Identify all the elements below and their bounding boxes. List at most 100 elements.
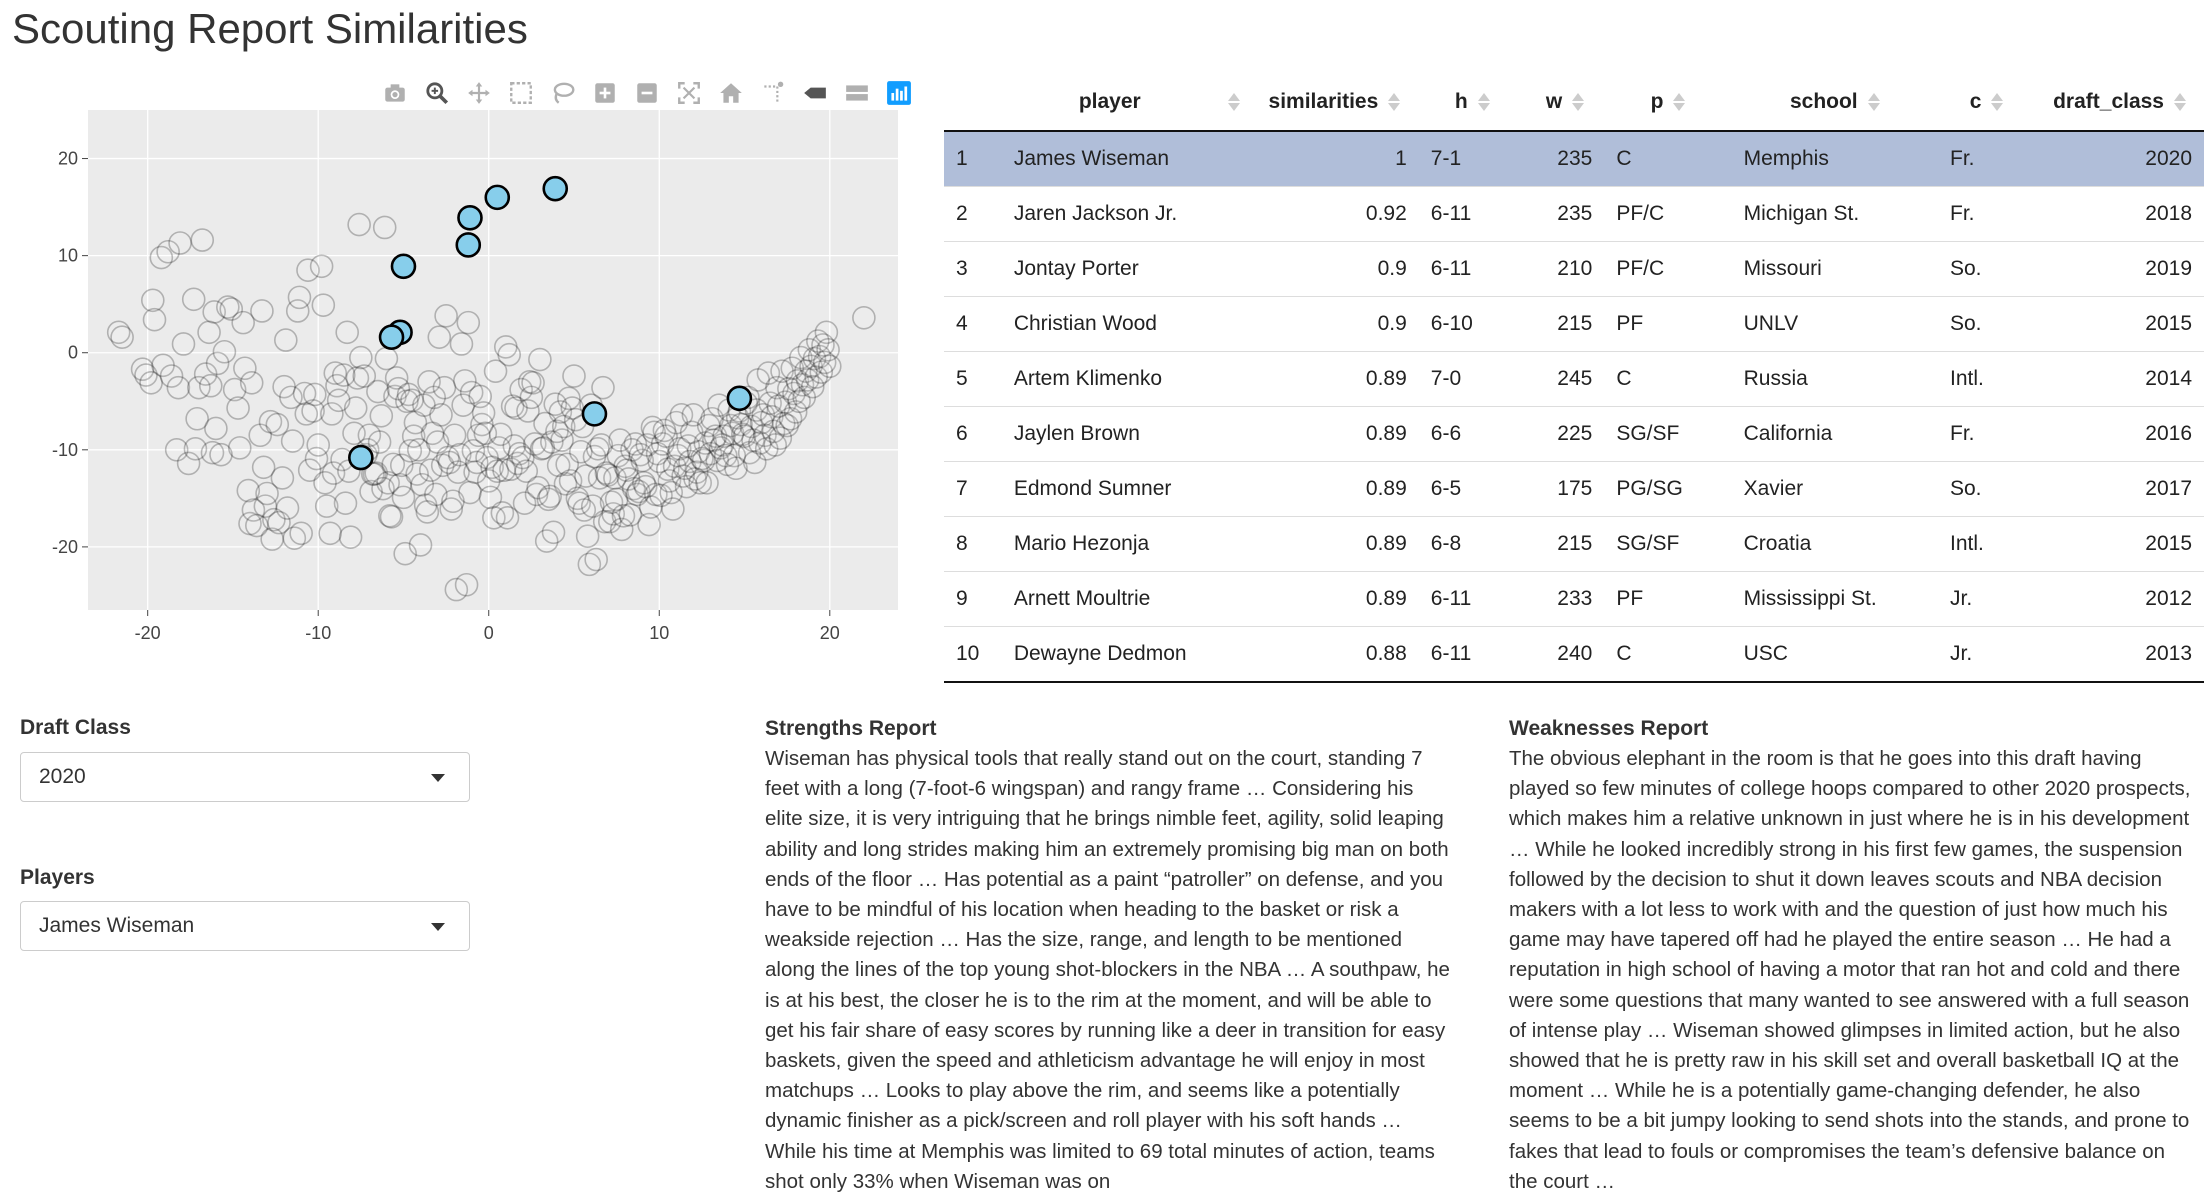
- zoom-icon[interactable]: [422, 78, 452, 108]
- highlighted-point: [542, 175, 569, 202]
- weaknesses-report: Weaknesses Report The obvious elephant i…: [1509, 714, 2199, 1197]
- table-cell-p: C: [1604, 351, 1732, 407]
- highlighted-point: [348, 444, 374, 471]
- column-header-player[interactable]: player: [993, 74, 1251, 132]
- players-select[interactable]: James Wiseman: [20, 901, 470, 951]
- draft-class-select[interactable]: 2020: [20, 752, 470, 802]
- table-cell-draft-class: 2015: [2035, 516, 2204, 572]
- table-cell-school: Michigan St.: [1731, 186, 1938, 242]
- table-row[interactable]: 3 Jontay Porter 0.9 6-11 210 PF/C Missouri So. 2…: [944, 241, 2204, 297]
- weaknesses-report-title: Weaknesses Report: [1509, 717, 1709, 740]
- scatter-svg[interactable]: -20 -10 0 10 20 20 10 0 -10 -20: [0, 70, 900, 670]
- table-cell-player: Mario Hezonja: [993, 516, 1251, 572]
- table-cell-index: 2: [944, 186, 994, 242]
- table-cell-player: Jontay Porter: [993, 241, 1251, 297]
- scatter-point: [226, 396, 250, 420]
- table-cell-player: Arnett Moultrie: [993, 571, 1251, 627]
- table-cell-c: So.: [1938, 461, 2036, 517]
- x-tick-label: -10: [305, 623, 331, 643]
- reset-axes-icon[interactable]: [716, 78, 746, 108]
- table-cell-c: So.: [1938, 241, 2036, 297]
- table-row[interactable]: 5 Artem Klimenko 0.89 7-0 245 C Russia Intl. 201…: [944, 351, 2204, 407]
- table-row[interactable]: 7 Edmond Sumner 0.89 6-5 175 PG/SG Xavier So. 20…: [944, 461, 2204, 517]
- x-tick-label: 20: [820, 623, 840, 643]
- scatter-point: [318, 521, 342, 546]
- table-cell-draft-class: 2014: [2035, 351, 2204, 407]
- table-row[interactable]: 4 Christian Wood 0.9 6-10 215 PF UNLV So. 2015: [944, 296, 2204, 352]
- table-cell-c: So.: [1938, 296, 2036, 352]
- plotly-logo-icon[interactable]: [884, 78, 914, 108]
- scatter-point: [427, 325, 452, 349]
- zoom-out-icon[interactable]: [632, 78, 662, 108]
- table-cell-w: 233: [1525, 571, 1605, 627]
- table-cell-school: Memphis: [1731, 130, 1938, 187]
- table-cell-school: Missouri: [1731, 241, 1938, 297]
- sort-icon: [1388, 93, 1401, 111]
- hover-closest-icon[interactable]: [800, 78, 830, 108]
- table-cell-index: 1: [944, 130, 994, 187]
- scatter-point: [372, 215, 397, 240]
- table-cell-index: 4: [944, 296, 994, 352]
- scatter-point: [817, 354, 842, 379]
- box-select-icon[interactable]: [506, 78, 536, 108]
- scatter-point: [541, 520, 566, 545]
- scatter-point: [250, 299, 274, 323]
- y-tick-label: 10: [58, 246, 78, 266]
- column-header-h[interactable]: h: [1418, 74, 1526, 132]
- table-cell-school: USC: [1731, 626, 1938, 683]
- table-cell-similarities: 0.89: [1250, 351, 1419, 407]
- column-header-draft-class[interactable]: draft_class: [2035, 74, 2204, 132]
- table-cell-similarities: 0.89: [1250, 461, 1419, 517]
- scatter-point: [434, 304, 458, 328]
- scatter-point: [204, 416, 228, 441]
- table-cell-school: Xavier: [1731, 461, 1938, 517]
- table-row[interactable]: 1 James Wiseman 1 7-1 235 C Memphis Fr. 2020: [944, 130, 2204, 187]
- scatter-point: [695, 471, 719, 495]
- column-header-c[interactable]: c: [1938, 74, 2036, 132]
- scatter-point: [197, 320, 221, 345]
- table-row[interactable]: 9 Arnett Moultrie 0.89 6-11 233 PF Mississippi…: [944, 571, 2204, 627]
- chevron-down-icon: [431, 923, 445, 931]
- hover-compare-icon[interactable]: [842, 78, 872, 108]
- table-cell-player: Dewayne Dedmon: [993, 626, 1251, 683]
- table-cell-h: 6-5: [1418, 461, 1526, 517]
- table-row[interactable]: 8 Mario Hezonja 0.89 6-8 215 SG/SF Croatia Intl…: [944, 516, 2204, 572]
- scatter-point: [287, 285, 312, 310]
- spike-lines-icon[interactable]: [758, 78, 788, 108]
- column-header-similarities[interactable]: similarities: [1250, 74, 1419, 132]
- table-row[interactable]: 2 Jaren Jackson Jr. 0.92 6-11 235 PF/C Michiga…: [944, 186, 2204, 242]
- y-tick-label: -20: [52, 537, 78, 557]
- highlighted-point: [484, 184, 511, 211]
- strengths-report: Strengths Report Wiseman has physical to…: [765, 714, 1455, 1197]
- pan-icon[interactable]: [464, 78, 494, 108]
- players-value: James Wiseman: [39, 914, 195, 937]
- scatter-point: [374, 346, 399, 371]
- scatter-point: [432, 375, 457, 400]
- scatter-point: [449, 332, 474, 356]
- table-cell-index: 5: [944, 351, 994, 407]
- scatter-point: [275, 496, 300, 520]
- column-header-school[interactable]: school: [1731, 74, 1938, 132]
- table-cell-index: 7: [944, 461, 994, 517]
- scatter-point: [429, 403, 453, 427]
- table-row[interactable]: 6 Jaylen Brown 0.89 6-6 225 SG/SF California Fr…: [944, 406, 2204, 462]
- column-header-w[interactable]: w: [1525, 74, 1605, 132]
- y-tick-label: 20: [58, 149, 78, 169]
- zoom-in-icon[interactable]: [590, 78, 620, 108]
- table-cell-player: Edmond Sumner: [993, 461, 1251, 517]
- table-cell-c: Jr.: [1938, 626, 2036, 683]
- table-row[interactable]: 10 Dewayne Dedmon 0.88 6-11 240 C USC Jr. 2013: [944, 626, 2204, 683]
- sort-icon: [1991, 93, 2004, 111]
- table-cell-h: 7-1: [1418, 130, 1526, 187]
- table-cell-w: 215: [1525, 296, 1605, 352]
- autoscale-icon[interactable]: [674, 78, 704, 108]
- sort-icon: [1673, 93, 1686, 111]
- scatter-plot[interactable]: -20 -10 0 10 20 20 10 0 -10 -20: [0, 70, 911, 670]
- strengths-report-title: Strengths Report: [765, 717, 937, 740]
- camera-icon[interactable]: [380, 78, 410, 108]
- scatter-point: [454, 572, 479, 597]
- lasso-select-icon[interactable]: [548, 78, 578, 108]
- table-cell-similarities: 0.92: [1250, 186, 1419, 242]
- column-header-p[interactable]: p: [1604, 74, 1732, 132]
- scatter-point: [212, 339, 237, 364]
